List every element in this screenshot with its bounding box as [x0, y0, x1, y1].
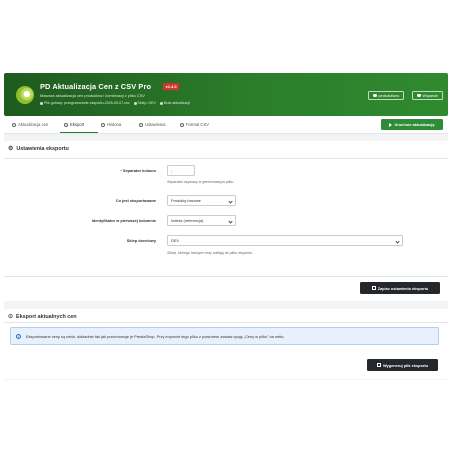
- active-tab-indicator: [60, 132, 98, 134]
- module-meta: Plik gotowy: przegrzeszanie-eksportu-202…: [40, 101, 190, 105]
- module-header: PD Aktualizacja Cen z CSV Pro v1.4.0 Mas…: [4, 73, 448, 116]
- card-footer-divider: [4, 276, 448, 277]
- module-logo: [16, 86, 34, 104]
- tab-price-update[interactable]: Aktualizacja cen: [12, 122, 48, 127]
- module-description: Masowa aktualizacja cen produktów i komb…: [40, 93, 145, 98]
- globe-icon: [373, 93, 377, 98]
- identifier-label: Identyfikator w pierwszej kolumnie: [91, 218, 156, 223]
- tab-history[interactable]: Historia: [101, 122, 121, 127]
- shop-icon: [133, 101, 137, 105]
- card-divider: [4, 158, 448, 159]
- save-export-settings-button[interactable]: Zapisz ustawienia eksportu: [360, 282, 440, 294]
- version-badge: v1.4.0: [163, 83, 180, 90]
- export-what-label: Co jest eksportowane: [115, 198, 156, 203]
- status-dot-icon: [40, 101, 43, 105]
- card-divider-2: [4, 322, 448, 323]
- tab-settings[interactable]: Ustawienia: [139, 122, 165, 127]
- separator-hint: Separator używany w generowanym pliku.: [167, 180, 235, 184]
- export-icon: [64, 122, 68, 127]
- website-button[interactable]: pedsolutions: [368, 91, 405, 100]
- export-settings-title: ⚙ Ustawienia eksportu: [8, 145, 69, 153]
- separator-label: * Separator kolumn: [120, 168, 156, 173]
- gears-icon: ⚙: [8, 146, 14, 152]
- support-icon: [417, 93, 421, 98]
- identifier-select[interactable]: Indeks (referencja): [167, 215, 236, 226]
- gear-icon: [139, 122, 143, 127]
- alert-text: Eksportowane ceny są netto, dokładnie ta…: [26, 333, 285, 339]
- history-icon: [101, 122, 105, 127]
- help-icon: [180, 122, 184, 127]
- tab-csv-format[interactable]: Format CSV: [180, 122, 209, 127]
- meta-shop: Sklep: DEV: [133, 101, 156, 105]
- separator-input[interactable]: ;: [167, 165, 195, 176]
- save-icon: [376, 363, 381, 367]
- tab-export[interactable]: Eksport: [64, 122, 84, 127]
- meta-updates: Brak aktualizacji: [159, 101, 190, 105]
- export-what-select[interactable]: Produkty bazowe: [167, 195, 236, 206]
- target-shop-hint: Sklep, którego bieżące ceny trafiają do …: [167, 251, 253, 255]
- target-shop-select[interactable]: DEV: [167, 235, 403, 246]
- target-shop-label: Sklep docelowy: [126, 238, 156, 243]
- support-button[interactable]: Wsparcie: [412, 91, 443, 100]
- info-icon: i: [16, 334, 21, 339]
- export-circle-icon: ⊙: [8, 314, 14, 320]
- save-icon: [371, 286, 376, 290]
- upload-icon: [12, 122, 16, 127]
- update-icon: [159, 101, 163, 105]
- export-prices-title: ⊙ Eksport aktualnych cen: [8, 313, 77, 321]
- module-title: PD Aktualizacja Cen z CSV Pro: [40, 82, 152, 91]
- net-prices-alert: i Eksportowane ceny są netto, dokładnie …: [10, 327, 439, 345]
- generate-export-button[interactable]: Wygeneruj plik eksportu: [367, 359, 438, 371]
- play-icon: [389, 122, 393, 127]
- run-update-button[interactable]: Uruchom aktualizację: [381, 119, 443, 130]
- meta-file: Plik gotowy: przegrzeszanie-eksportu-202…: [40, 101, 130, 105]
